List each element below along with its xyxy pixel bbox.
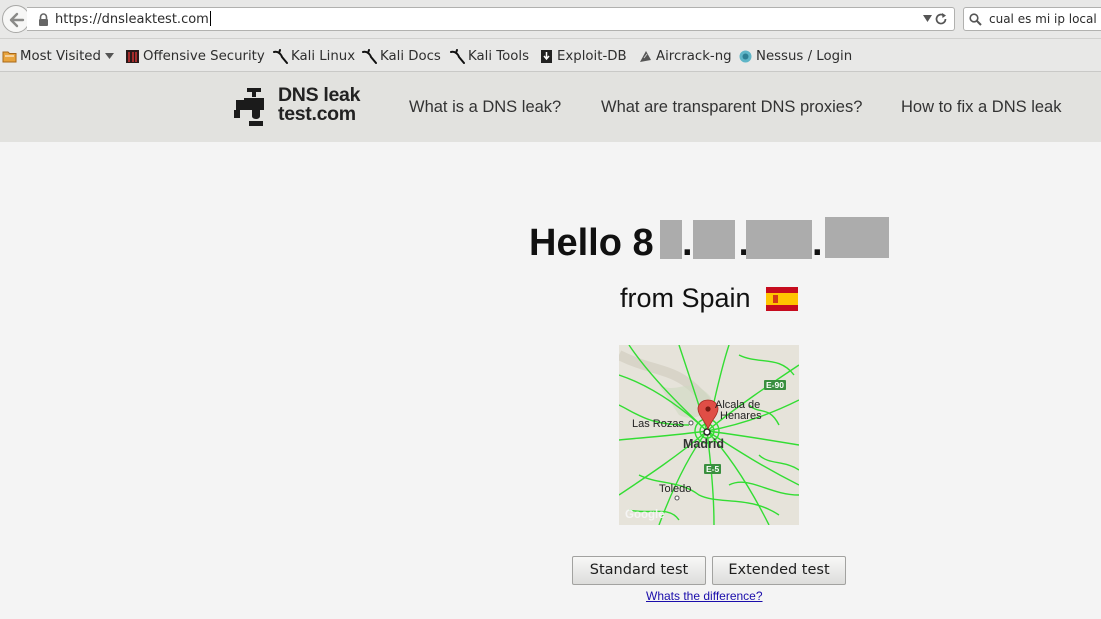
ip-redaction-block <box>825 217 889 258</box>
ip-redaction-block <box>746 220 812 259</box>
search-input[interactable]: cual es mi ip local <box>989 12 1097 26</box>
kali-dragon-icon <box>450 48 465 64</box>
back-button[interactable] <box>2 5 30 33</box>
history-dropdown-icon[interactable] <box>923 15 932 23</box>
whats-the-difference-link[interactable]: Whats the difference? <box>646 589 763 603</box>
map-label-toledo: Toledo <box>659 483 692 495</box>
ip-redaction-block <box>660 220 682 259</box>
aircrack-icon <box>638 49 653 64</box>
map-label-las-rozas: Las Rozas <box>632 418 684 430</box>
reload-icon[interactable] <box>934 12 948 26</box>
map-label-henares: Henares <box>720 410 762 422</box>
map-badge-e90: E-90 <box>764 380 786 390</box>
browser-navbar: https://dnsleaktest.com cual es mi ip lo… <box>0 0 1101 39</box>
ip-dot: . <box>812 222 823 264</box>
bookmark-aircrack-ng[interactable]: Aircrack-ng <box>638 47 732 65</box>
lock-icon <box>39 13 48 26</box>
bookmarks-toolbar: Most Visited Offensive Security Kali Lin… <box>0 39 1101 72</box>
chevron-down-icon <box>104 53 114 59</box>
kali-dragon-icon <box>273 48 288 64</box>
offsec-icon <box>125 49 140 64</box>
extended-test-button[interactable]: Extended test <box>712 556 846 585</box>
bookmark-most-visited[interactable]: Most Visited <box>2 47 114 65</box>
bookmark-offensive-security[interactable]: Offensive Security <box>125 47 265 65</box>
map-badge-e5: E-5 <box>704 464 722 474</box>
url-bar[interactable]: https://dnsleaktest.com <box>27 7 955 31</box>
faucet-logo-icon[interactable] <box>234 86 274 126</box>
nav-what-is-dns-leak[interactable]: What is a DNS leak? <box>409 98 561 117</box>
kali-dragon-icon <box>362 48 377 64</box>
folder-icon <box>2 49 17 64</box>
bookmark-kali-tools[interactable]: Kali Tools <box>450 47 529 65</box>
nav-transparent-dns-proxies[interactable]: What are transparent DNS proxies? <box>601 98 862 117</box>
site-header: DNS leak test.com What is a DNS leak? Wh… <box>0 72 1101 142</box>
nav-how-to-fix[interactable]: How to fix a DNS leak <box>901 98 1061 117</box>
location-text: from Spain <box>620 283 751 313</box>
bookmark-kali-docs[interactable]: Kali Docs <box>362 47 441 65</box>
bookmark-kali-linux[interactable]: Kali Linux <box>273 47 355 65</box>
standard-test-button[interactable]: Standard test <box>572 556 706 585</box>
search-icon <box>969 13 982 26</box>
google-logo: Google <box>625 509 665 521</box>
location-map[interactable]: Las Rozas Alcala de Henares Madrid Toled… <box>619 345 799 525</box>
map-label-madrid: Madrid <box>683 437 724 451</box>
back-arrow-icon <box>9 12 25 28</box>
bookmark-exploit-db[interactable]: Exploit-DB <box>539 47 627 65</box>
nessus-icon <box>738 49 753 64</box>
url-text[interactable]: https://dnsleaktest.com <box>55 11 211 27</box>
ip-dot: . <box>682 222 693 264</box>
bookmark-nessus-login[interactable]: Nessus / Login <box>738 47 852 65</box>
hello-ip-heading: Hello 8 <box>529 222 654 264</box>
spain-flag-icon <box>766 287 798 311</box>
search-bar[interactable]: cual es mi ip local <box>963 7 1101 31</box>
exploitdb-icon <box>539 49 554 64</box>
site-logo[interactable]: DNS leak test.com <box>278 85 360 124</box>
map-roads <box>619 345 799 525</box>
